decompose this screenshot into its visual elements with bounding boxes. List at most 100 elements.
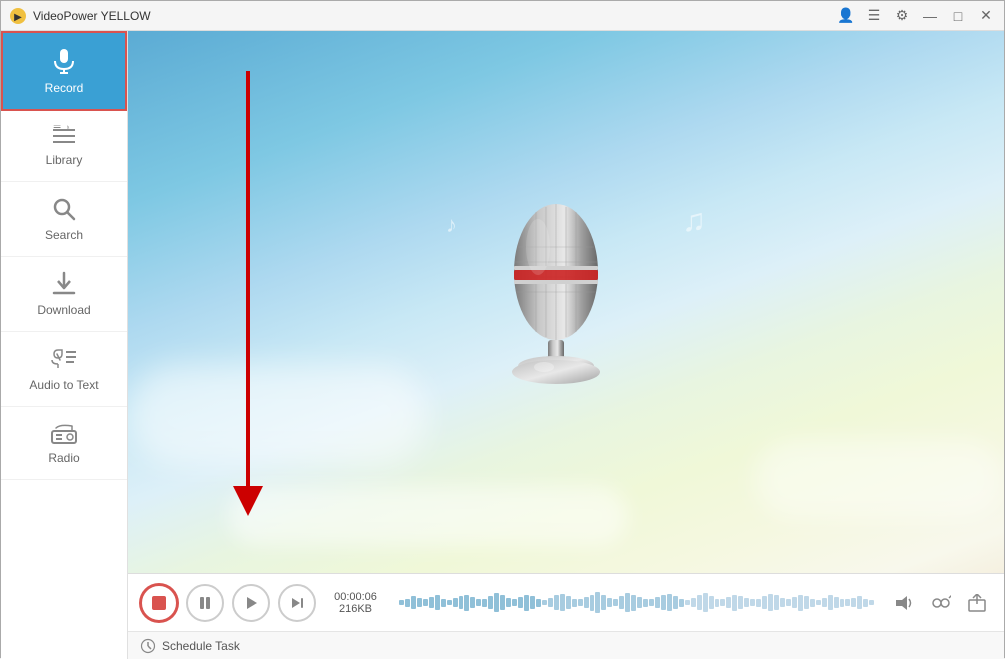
waveform-bar	[548, 598, 553, 608]
waveform-bar	[667, 594, 672, 612]
waveform-bar	[607, 598, 612, 608]
play-icon	[244, 596, 258, 610]
waveform-bar	[691, 598, 696, 608]
svg-text:▶: ▶	[14, 12, 22, 23]
sidebar-library-label: Library	[46, 153, 83, 167]
waveform-bar	[590, 595, 595, 611]
waveform-bar	[857, 596, 862, 609]
app-title: VideoPower YELLOW	[33, 9, 836, 23]
export-icon	[967, 594, 987, 612]
waveform-bar	[530, 596, 535, 609]
waveform-bar	[845, 599, 850, 605]
content-area: ♪ ♫	[128, 31, 1004, 659]
waveform-bar	[851, 598, 856, 608]
sidebar-item-audio-to-text[interactable]: Audio to Text	[1, 332, 127, 407]
waveform-bar	[810, 599, 815, 607]
waveform-bar	[429, 597, 434, 608]
background-scene: ♪ ♫	[128, 31, 1004, 573]
waveform-bar	[840, 599, 845, 607]
maximize-button[interactable]: □	[948, 8, 968, 24]
waveform-bar	[637, 597, 642, 608]
waveform-bar	[524, 595, 529, 611]
waveform-bar	[822, 598, 827, 608]
waveform-bar	[744, 598, 749, 608]
sidebar-item-search[interactable]: Search	[1, 182, 127, 257]
schedule-task-label: Schedule Task	[162, 639, 240, 653]
skip-icon	[290, 596, 304, 610]
waveform-bar	[459, 596, 464, 609]
elapsed-time: 00:00:06	[334, 591, 377, 603]
app-logo: ▶	[9, 7, 27, 25]
export-button[interactable]	[962, 588, 992, 618]
waveform-bar	[518, 597, 523, 608]
waveform-bar	[661, 595, 666, 609]
waveform-bar	[554, 595, 559, 609]
waveform-bar	[720, 599, 725, 605]
waveform-bar	[816, 600, 821, 605]
cloud-decoration-2	[754, 439, 1004, 519]
waveform-bar	[625, 593, 630, 612]
waveform-display	[399, 584, 874, 622]
waveform-bar	[464, 595, 469, 611]
waveform-bar	[715, 599, 720, 607]
search-icon	[51, 196, 77, 222]
waveform-bar	[435, 595, 440, 609]
waveform-bar	[601, 595, 606, 609]
waveform-bar	[482, 599, 487, 607]
minimize-button[interactable]: —	[920, 8, 940, 24]
waveform-bar	[506, 598, 511, 608]
waveform-bar	[780, 598, 785, 608]
sidebar-item-record[interactable]: Record	[1, 31, 127, 111]
skip-forward-button[interactable]	[278, 584, 316, 622]
sidebar-item-library[interactable]: ≡ ♪ Library	[1, 111, 127, 182]
waveform-bar	[512, 599, 517, 605]
waveform-bar	[649, 599, 654, 605]
volume-icon	[895, 594, 915, 612]
waveform-bar	[500, 595, 505, 609]
pause-button[interactable]	[186, 584, 224, 622]
sidebar-radio-label: Radio	[48, 451, 79, 465]
sidebar-item-radio[interactable]: Radio	[1, 407, 127, 480]
audio-icon	[931, 594, 951, 612]
file-size: 216KB	[339, 603, 372, 615]
close-button[interactable]: ✕	[976, 7, 996, 24]
waveform-bar	[679, 599, 684, 607]
waveform-bar	[804, 596, 809, 609]
waveform-bar	[869, 600, 874, 605]
waveform-bar	[643, 599, 648, 607]
settings-icon[interactable]: ⚙	[892, 7, 912, 24]
sidebar-search-label: Search	[45, 228, 83, 242]
window-controls: 👤 ☰ ⚙ — □ ✕	[836, 7, 996, 24]
microphone-icon	[50, 47, 78, 75]
schedule-icon	[140, 638, 156, 654]
waveform-bar	[417, 598, 422, 608]
volume-button[interactable]	[890, 588, 920, 618]
waveform-bar	[572, 599, 577, 607]
waveform-bar	[774, 595, 779, 609]
menu-icon[interactable]: ☰	[864, 7, 884, 24]
sidebar-item-download[interactable]: Download	[1, 257, 127, 332]
waveform-bar	[613, 599, 618, 605]
waveform-bar	[631, 595, 636, 611]
waveform-bar	[542, 600, 547, 605]
library-icon: ≡ ♪	[51, 125, 77, 147]
audio-to-text-icon	[50, 346, 78, 372]
waveform-bar	[828, 595, 833, 609]
main-layout: Record ≡ ♪ Library Search	[1, 31, 1004, 659]
waveform-bar	[423, 599, 428, 605]
play-button[interactable]	[232, 584, 270, 622]
user-icon[interactable]: 👤	[836, 7, 856, 24]
waveform-bar	[738, 596, 743, 609]
stop-record-button[interactable]	[140, 584, 178, 622]
waveform-bar	[470, 597, 475, 608]
sidebar-download-label: Download	[37, 303, 90, 317]
waveform-bar	[673, 596, 678, 609]
waveform-bar	[447, 600, 452, 605]
waveform-bar	[405, 599, 410, 607]
sidebar: Record ≡ ♪ Library Search	[1, 31, 128, 659]
audio-channel-button[interactable]	[926, 588, 956, 618]
schedule-task-bar[interactable]: Schedule Task	[128, 631, 1004, 659]
right-controls	[890, 588, 992, 618]
waveform-bar	[762, 596, 767, 609]
cloud-decoration-3	[228, 486, 628, 546]
